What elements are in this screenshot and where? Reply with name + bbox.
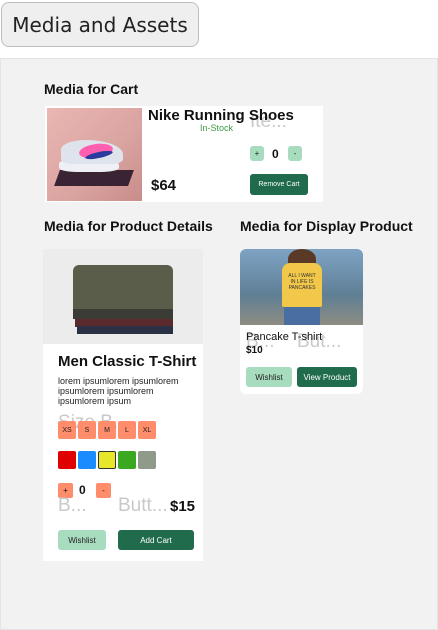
display-product-section-title: Media for Display Product: [240, 218, 413, 234]
cart-section-title: Media for Cart: [44, 81, 139, 97]
media-and-assets-button[interactable]: Media and Assets: [1, 2, 199, 47]
color-gray-swatch[interactable]: [138, 451, 156, 469]
color-blue-swatch[interactable]: [78, 451, 96, 469]
color-yellow-swatch[interactable]: [98, 451, 116, 469]
product-title: Men Classic T-Shirt: [58, 353, 197, 370]
product-description: lorem ipsumlorem ipsumlorem ipsumlorem i…: [58, 376, 179, 406]
remove-cart-button[interactable]: Remove Cart: [250, 174, 308, 195]
shoe-image: [47, 108, 142, 201]
display-product-price: $10: [246, 345, 263, 356]
size-m-button[interactable]: M: [98, 421, 116, 439]
cart-decrement-button[interactable]: -: [288, 146, 302, 161]
size-l-button[interactable]: L: [118, 421, 136, 439]
stock-status: In-Stock: [200, 123, 234, 133]
add-cart-button[interactable]: Add Cart: [118, 530, 194, 550]
cart-price: $64: [151, 177, 177, 194]
view-product-button[interactable]: View Product: [297, 367, 357, 387]
product-details-section-title: Media for Product Details: [44, 218, 213, 234]
cart-card: Ite... Nike Running Shoes In-Stock + 0 -…: [45, 106, 323, 202]
display-wishlist-button[interactable]: Wishlist: [246, 367, 292, 387]
product-details-card: Men Classic T-Shirt lorem ipsumlorem ips…: [43, 249, 203, 561]
size-xs-button[interactable]: XS: [58, 421, 76, 439]
size-s-button[interactable]: S: [78, 421, 96, 439]
product-decrement-button[interactable]: -: [96, 483, 111, 498]
display-product-name: Pancake T-shirt: [246, 331, 323, 343]
product-ghost-button-1: B...: [58, 495, 87, 516]
size-xl-button[interactable]: XL: [138, 421, 156, 439]
cart-quantity: 0: [272, 147, 279, 161]
cart-increment-button[interactable]: +: [250, 146, 264, 161]
cart-product-name: Nike Running Shoes: [148, 107, 294, 124]
display-product-card: ALL I WANT IN LIFE IS PANCAKES B... But.…: [240, 249, 363, 394]
product-wishlist-button[interactable]: Wishlist: [58, 530, 106, 550]
tshirt-image: [43, 249, 203, 344]
color-green-swatch[interactable]: [118, 451, 136, 469]
color-red-swatch[interactable]: [58, 451, 76, 469]
pancake-tshirt-image: ALL I WANT IN LIFE IS PANCAKES: [240, 249, 363, 325]
product-ghost-button-2: Butt...: [118, 495, 168, 516]
product-price: $15: [170, 498, 196, 515]
